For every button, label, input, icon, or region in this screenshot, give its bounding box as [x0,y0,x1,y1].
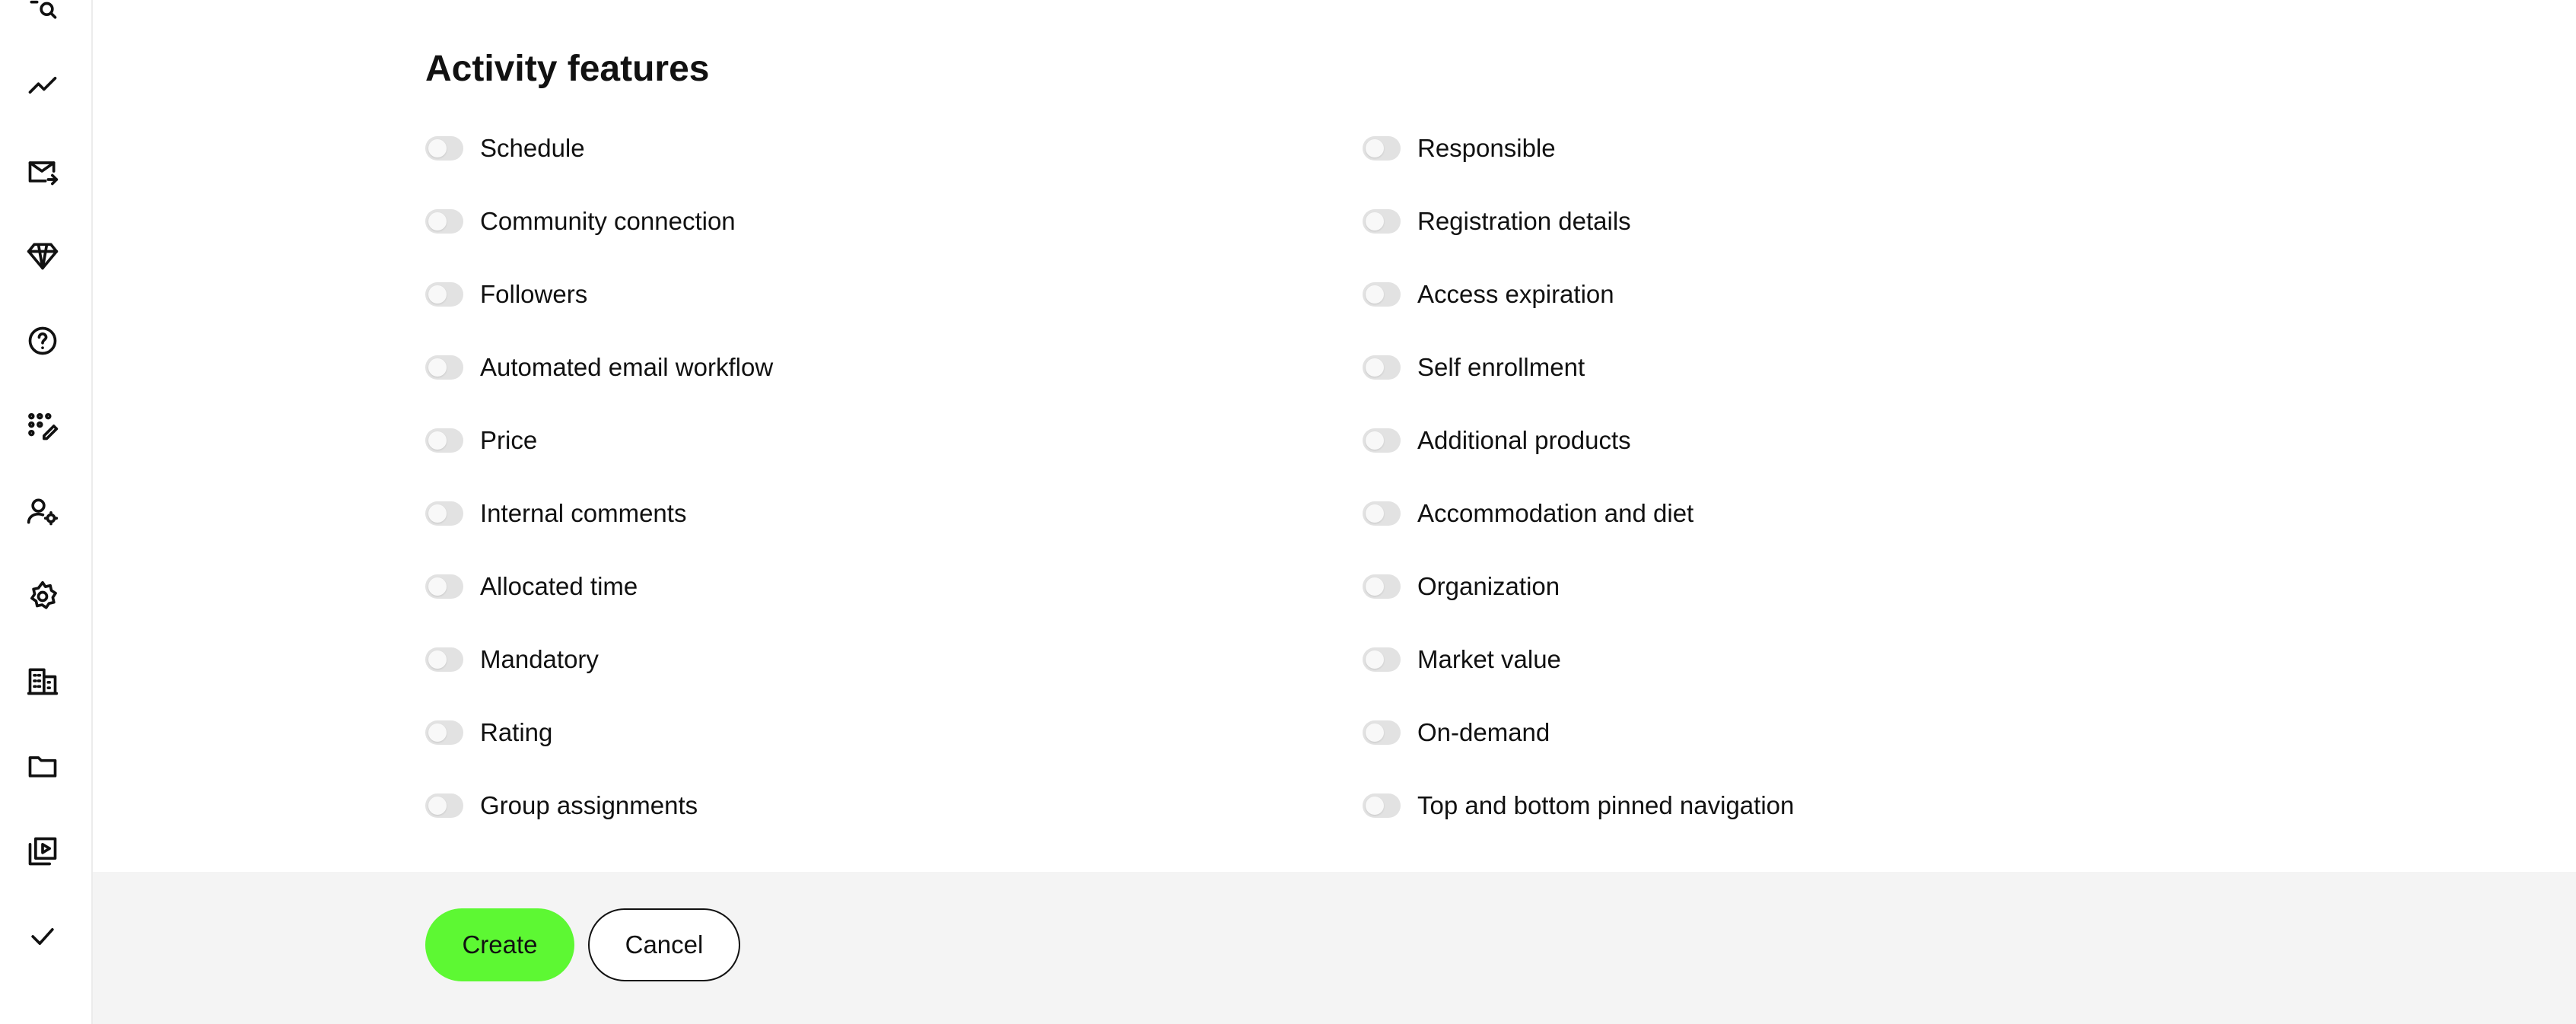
toggle-knob [428,212,447,231]
toggle-knob [1366,577,1384,596]
feature-toggle-organization[interactable]: Organization [1363,564,1560,609]
toggle-switch[interactable] [425,501,463,526]
feature-label: Allocated time [480,572,638,600]
toggle-switch[interactable] [1363,501,1401,526]
feature-toggle-accommodation-and-diet[interactable]: Accommodation and diet [1363,491,1693,536]
toggle-switch[interactable] [1363,355,1401,380]
edit-grid-icon[interactable] [24,408,61,444]
toggle-switch[interactable] [425,720,463,745]
feature-label: Access expiration [1417,280,1614,308]
feature-label: Automated email workflow [480,353,774,381]
feature-label: Price [480,426,538,454]
feature-label: Accommodation and diet [1417,499,1694,527]
feature-toggle-market-value[interactable]: Market value [1363,637,1561,682]
feature-label: Internal comments [480,499,687,527]
feature-toggle-followers[interactable]: Followers [425,272,587,317]
feature-toggle-access-expiration[interactable]: Access expiration [1363,272,1614,317]
feature-toggle-top-and-bottom-pinned-navigation[interactable]: Top and bottom pinned navigation [1363,783,1794,828]
feature-label: Followers [480,280,588,308]
toggle-switch[interactable] [425,355,463,380]
toggle-switch[interactable] [1363,282,1401,307]
feature-label: Market value [1417,645,1561,673]
feature-label: Responsible [1417,134,1556,162]
toggle-switch[interactable] [1363,647,1401,672]
toggle-knob [1366,358,1384,377]
feature-label: Mandatory [480,645,599,673]
search-icon[interactable] [24,0,61,26]
feature-label: Group assignments [480,791,698,819]
building-icon[interactable] [24,663,61,699]
feature-toggle-responsible[interactable]: Responsible [1363,126,1556,171]
toggle-switch[interactable] [1363,720,1401,745]
feature-toggle-additional-products[interactable]: Additional products [1363,418,1631,463]
feature-toggle-automated-email-workflow[interactable]: Automated email workflow [425,345,773,390]
check-icon[interactable] [24,918,61,955]
feature-toggle-on-demand[interactable]: On-demand [1363,710,1550,755]
form-footer: Create Cancel [93,872,2576,1024]
toggle-switch[interactable] [1363,428,1401,453]
mail-send-icon[interactable] [24,153,61,189]
toggle-knob [1366,285,1384,304]
toggle-knob [428,285,447,304]
toggle-knob [428,650,447,669]
toggle-knob [428,797,447,815]
feature-toggle-internal-comments[interactable]: Internal comments [425,491,686,536]
toggle-knob [428,431,447,450]
folder-icon[interactable] [24,748,61,784]
feature-label: Additional products [1417,426,1631,454]
toggle-knob [428,577,447,596]
toggle-switch[interactable] [425,282,463,307]
feature-label: On-demand [1417,718,1550,746]
cancel-button[interactable]: Cancel [588,908,740,981]
feature-toggle-group-assignments[interactable]: Group assignments [425,783,698,828]
toggle-knob [428,358,447,377]
toggle-switch[interactable] [425,209,463,234]
feature-toggle-rating[interactable]: Rating [425,710,552,755]
feature-label: Registration details [1417,207,1631,235]
feature-label: Organization [1417,572,1560,600]
feature-toggle-self-enrollment[interactable]: Self enrollment [1363,345,1585,390]
feature-label: Rating [480,718,553,746]
feature-toggle-community-connection[interactable]: Community connection [425,199,736,244]
toggle-knob [1366,139,1384,157]
toggle-switch[interactable] [425,574,463,599]
help-icon[interactable] [24,323,61,359]
analytics-icon[interactable] [24,67,61,103]
toggle-knob [1366,431,1384,450]
feature-toggle-mandatory[interactable]: Mandatory [425,637,599,682]
diamond-icon[interactable] [24,237,61,274]
feature-label: Self enrollment [1417,353,1585,381]
main-content: Activity features Schedule Community con… [93,0,2576,872]
sidebar [0,0,93,1024]
toggle-switch[interactable] [425,428,463,453]
toggle-switch[interactable] [1363,574,1401,599]
toggle-switch[interactable] [425,136,463,161]
section-title: Activity features [425,49,710,89]
create-button[interactable]: Create [425,908,574,981]
toggle-knob [1366,504,1384,523]
feature-toggle-schedule[interactable]: Schedule [425,126,585,171]
toggle-knob [428,723,447,742]
feature-toggle-registration-details[interactable]: Registration details [1363,199,1631,244]
toggle-knob [428,139,447,157]
toggle-knob [428,504,447,523]
toggle-knob [1366,212,1384,231]
feature-toggle-allocated-time[interactable]: Allocated time [425,564,638,609]
toggle-knob [1366,797,1384,815]
toggle-switch[interactable] [1363,136,1401,161]
toggle-knob [1366,723,1384,742]
feature-label: Community connection [480,207,736,235]
toggle-knob [1366,650,1384,669]
toggle-switch[interactable] [1363,793,1401,818]
feature-label: Top and bottom pinned navigation [1417,791,1795,819]
user-settings-icon[interactable] [24,493,61,529]
gear-icon[interactable] [24,578,61,615]
feature-toggle-price[interactable]: Price [425,418,537,463]
toggle-switch[interactable] [425,793,463,818]
toggle-switch[interactable] [1363,209,1401,234]
toggle-switch[interactable] [425,647,463,672]
feature-label: Schedule [480,134,585,162]
video-library-icon[interactable] [24,833,61,870]
